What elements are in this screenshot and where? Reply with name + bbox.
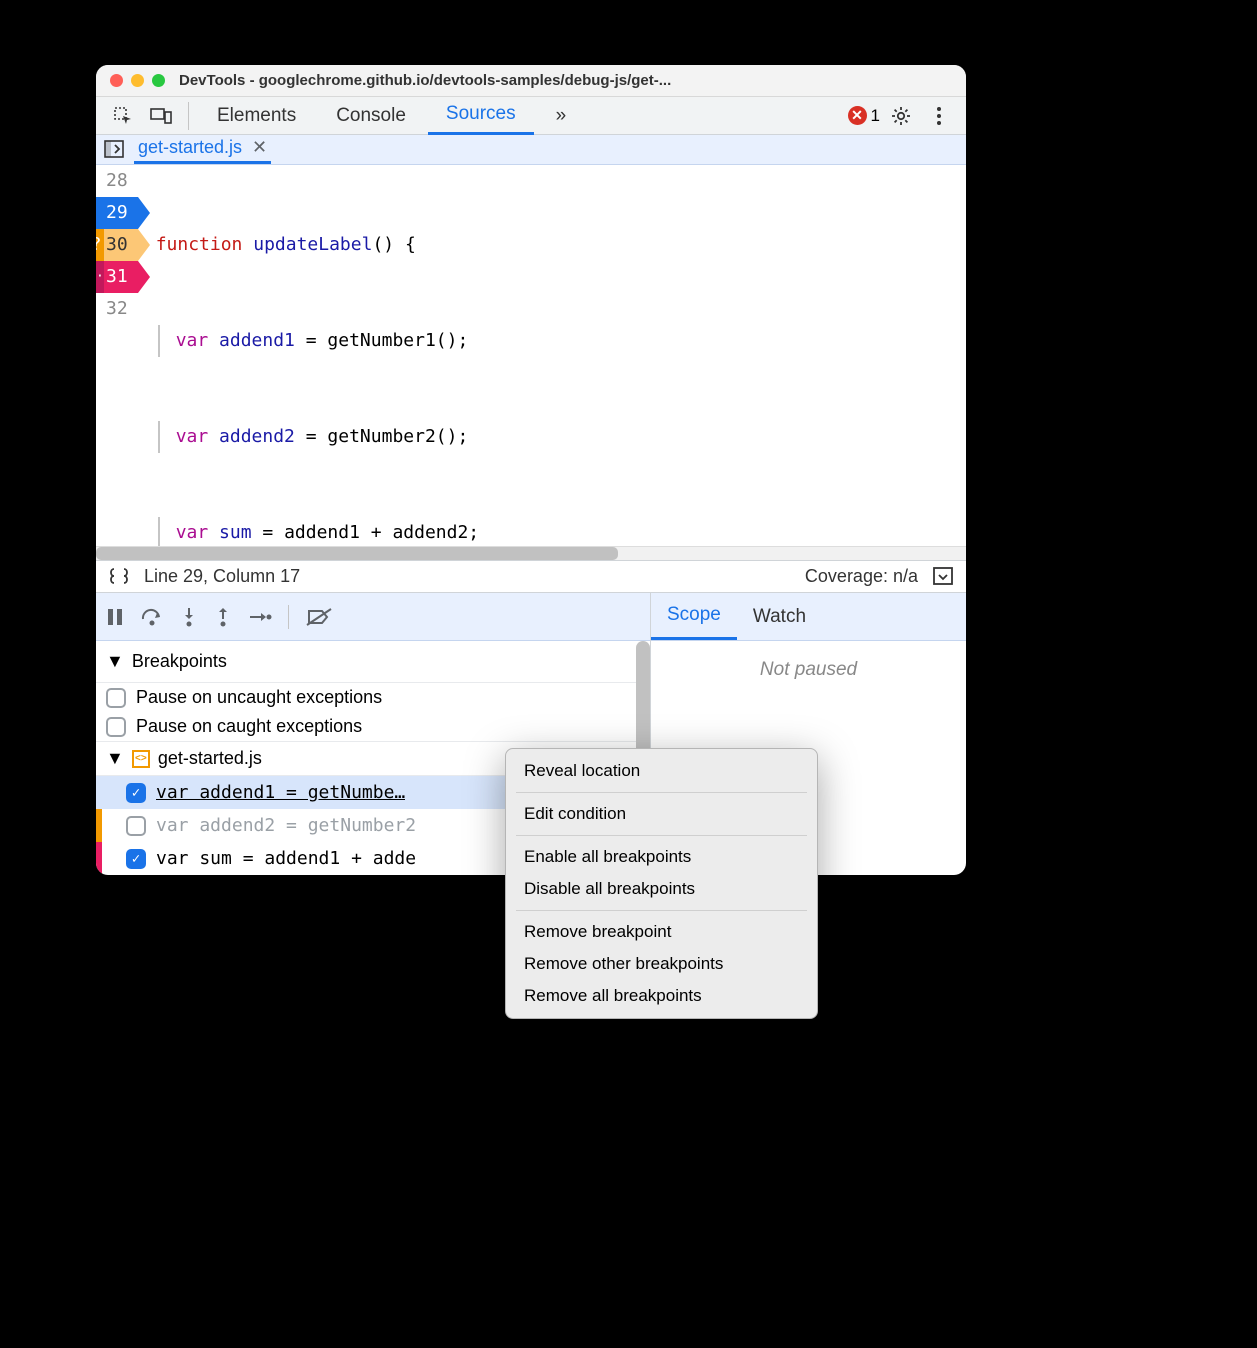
js-file-icon: <> [132,750,150,768]
menu-separator [516,835,807,836]
deactivate-breakpoints-icon[interactable] [305,607,333,627]
error-count: 1 [871,106,880,126]
line-number-bp-conditional[interactable]: ?30 [96,229,138,261]
line-number[interactable]: 28 [96,165,138,197]
menu-reveal-location[interactable]: Reveal location [506,755,817,787]
file-tab-label: get-started.js [138,137,242,158]
cursor-position: Line 29, Column 17 [144,566,300,587]
breakpoint-text: var addend2 = getNumber2 [156,815,416,836]
pause-uncaught-label: Pause on uncaught exceptions [136,687,382,708]
step-out-icon[interactable] [214,606,232,628]
close-tab-icon[interactable]: ✕ [252,137,267,158]
menu-separator [516,792,807,793]
separator [288,605,289,629]
breakpoint-stripe [96,809,102,842]
debug-toolbar [96,593,650,641]
line-gutter[interactable]: 28 29 ?30 ··31 32 [96,165,138,560]
breakpoint-text: var addend1 = getNumbe… [156,782,405,803]
tab-scope[interactable]: Scope [651,593,737,640]
error-icon: ✕ [848,106,867,125]
pause-uncaught-row[interactable]: Pause on uncaught exceptions [96,683,650,712]
settings-icon[interactable] [884,99,918,133]
checkbox[interactable] [106,688,126,708]
scope-tabs: Scope Watch [651,593,966,641]
editor-status-bar: Line 29, Column 17 Coverage: n/a [96,561,966,593]
breakpoints-label: Breakpoints [132,651,227,672]
breakpoint-text: var sum = addend1 + adde [156,848,416,869]
collapse-icon[interactable] [932,566,954,586]
checkbox[interactable] [106,717,126,737]
menu-remove-all[interactable]: Remove all breakpoints [506,980,817,1012]
context-menu: Reveal location Edit condition Enable al… [505,748,818,1019]
tab-watch[interactable]: Watch [737,593,822,640]
coverage-label: Coverage: n/a [805,566,918,587]
checkbox[interactable] [126,816,146,836]
main-toolbar: Elements Console Sources » ✕ 1 [96,97,966,135]
menu-enable-all[interactable]: Enable all breakpoints [506,841,817,873]
line-number-bp-blue[interactable]: 29 [96,197,138,229]
titlebar: DevTools - googlechrome.github.io/devtoo… [96,65,966,97]
file-tab-get-started[interactable]: get-started.js ✕ [134,135,271,163]
line-number[interactable]: 32 [96,293,138,325]
disclosure-triangle-icon: ▼ [106,748,124,769]
menu-disable-all[interactable]: Disable all breakpoints [506,873,817,905]
horizontal-scrollbar[interactable] [96,546,966,560]
inspect-icon[interactable] [106,99,140,133]
step-into-icon[interactable] [180,606,198,628]
code-text[interactable]: function updateLabel() { var addend1 = g… [138,165,966,560]
separator [188,102,189,130]
device-toggle-icon[interactable] [144,99,178,133]
pause-caught-label: Pause on caught exceptions [136,716,362,737]
menu-edit-condition[interactable]: Edit condition [506,798,817,830]
tab-console[interactable]: Console [318,97,424,134]
checkbox-checked[interactable] [126,849,146,869]
line-number-bp-logpoint[interactable]: ··31 [96,261,138,293]
pretty-print-icon[interactable] [108,567,130,585]
not-paused-label: Not paused [651,641,966,699]
show-navigator-icon[interactable] [104,140,124,158]
close-button[interactable] [110,74,123,87]
minimize-button[interactable] [131,74,144,87]
checkbox-checked[interactable] [126,783,146,803]
menu-separator [516,910,807,911]
kebab-menu-icon[interactable] [922,99,956,133]
disclosure-triangle-icon: ▼ [106,651,124,672]
menu-remove-other[interactable]: Remove other breakpoints [506,948,817,980]
pause-caught-row[interactable]: Pause on caught exceptions [96,712,650,741]
step-icon[interactable] [248,610,272,624]
file-tab-bar: get-started.js ✕ [96,135,966,164]
zoom-button[interactable] [152,74,165,87]
breakpoint-file-label: get-started.js [158,748,262,769]
tab-more[interactable]: » [538,97,585,134]
step-over-icon[interactable] [140,607,164,627]
traffic-lights [110,74,165,87]
error-badge[interactable]: ✕ 1 [848,106,880,126]
tab-elements[interactable]: Elements [199,97,314,134]
pause-icon[interactable] [106,607,124,627]
breakpoints-header[interactable]: ▼ Breakpoints [96,641,650,683]
code-editor[interactable]: 28 29 ?30 ··31 32 function updateLabel()… [96,165,966,561]
breakpoint-stripe [96,842,102,875]
menu-remove-breakpoint[interactable]: Remove breakpoint [506,916,817,948]
tab-sources[interactable]: Sources [428,97,534,135]
window-title: DevTools - googlechrome.github.io/devtoo… [179,72,671,89]
